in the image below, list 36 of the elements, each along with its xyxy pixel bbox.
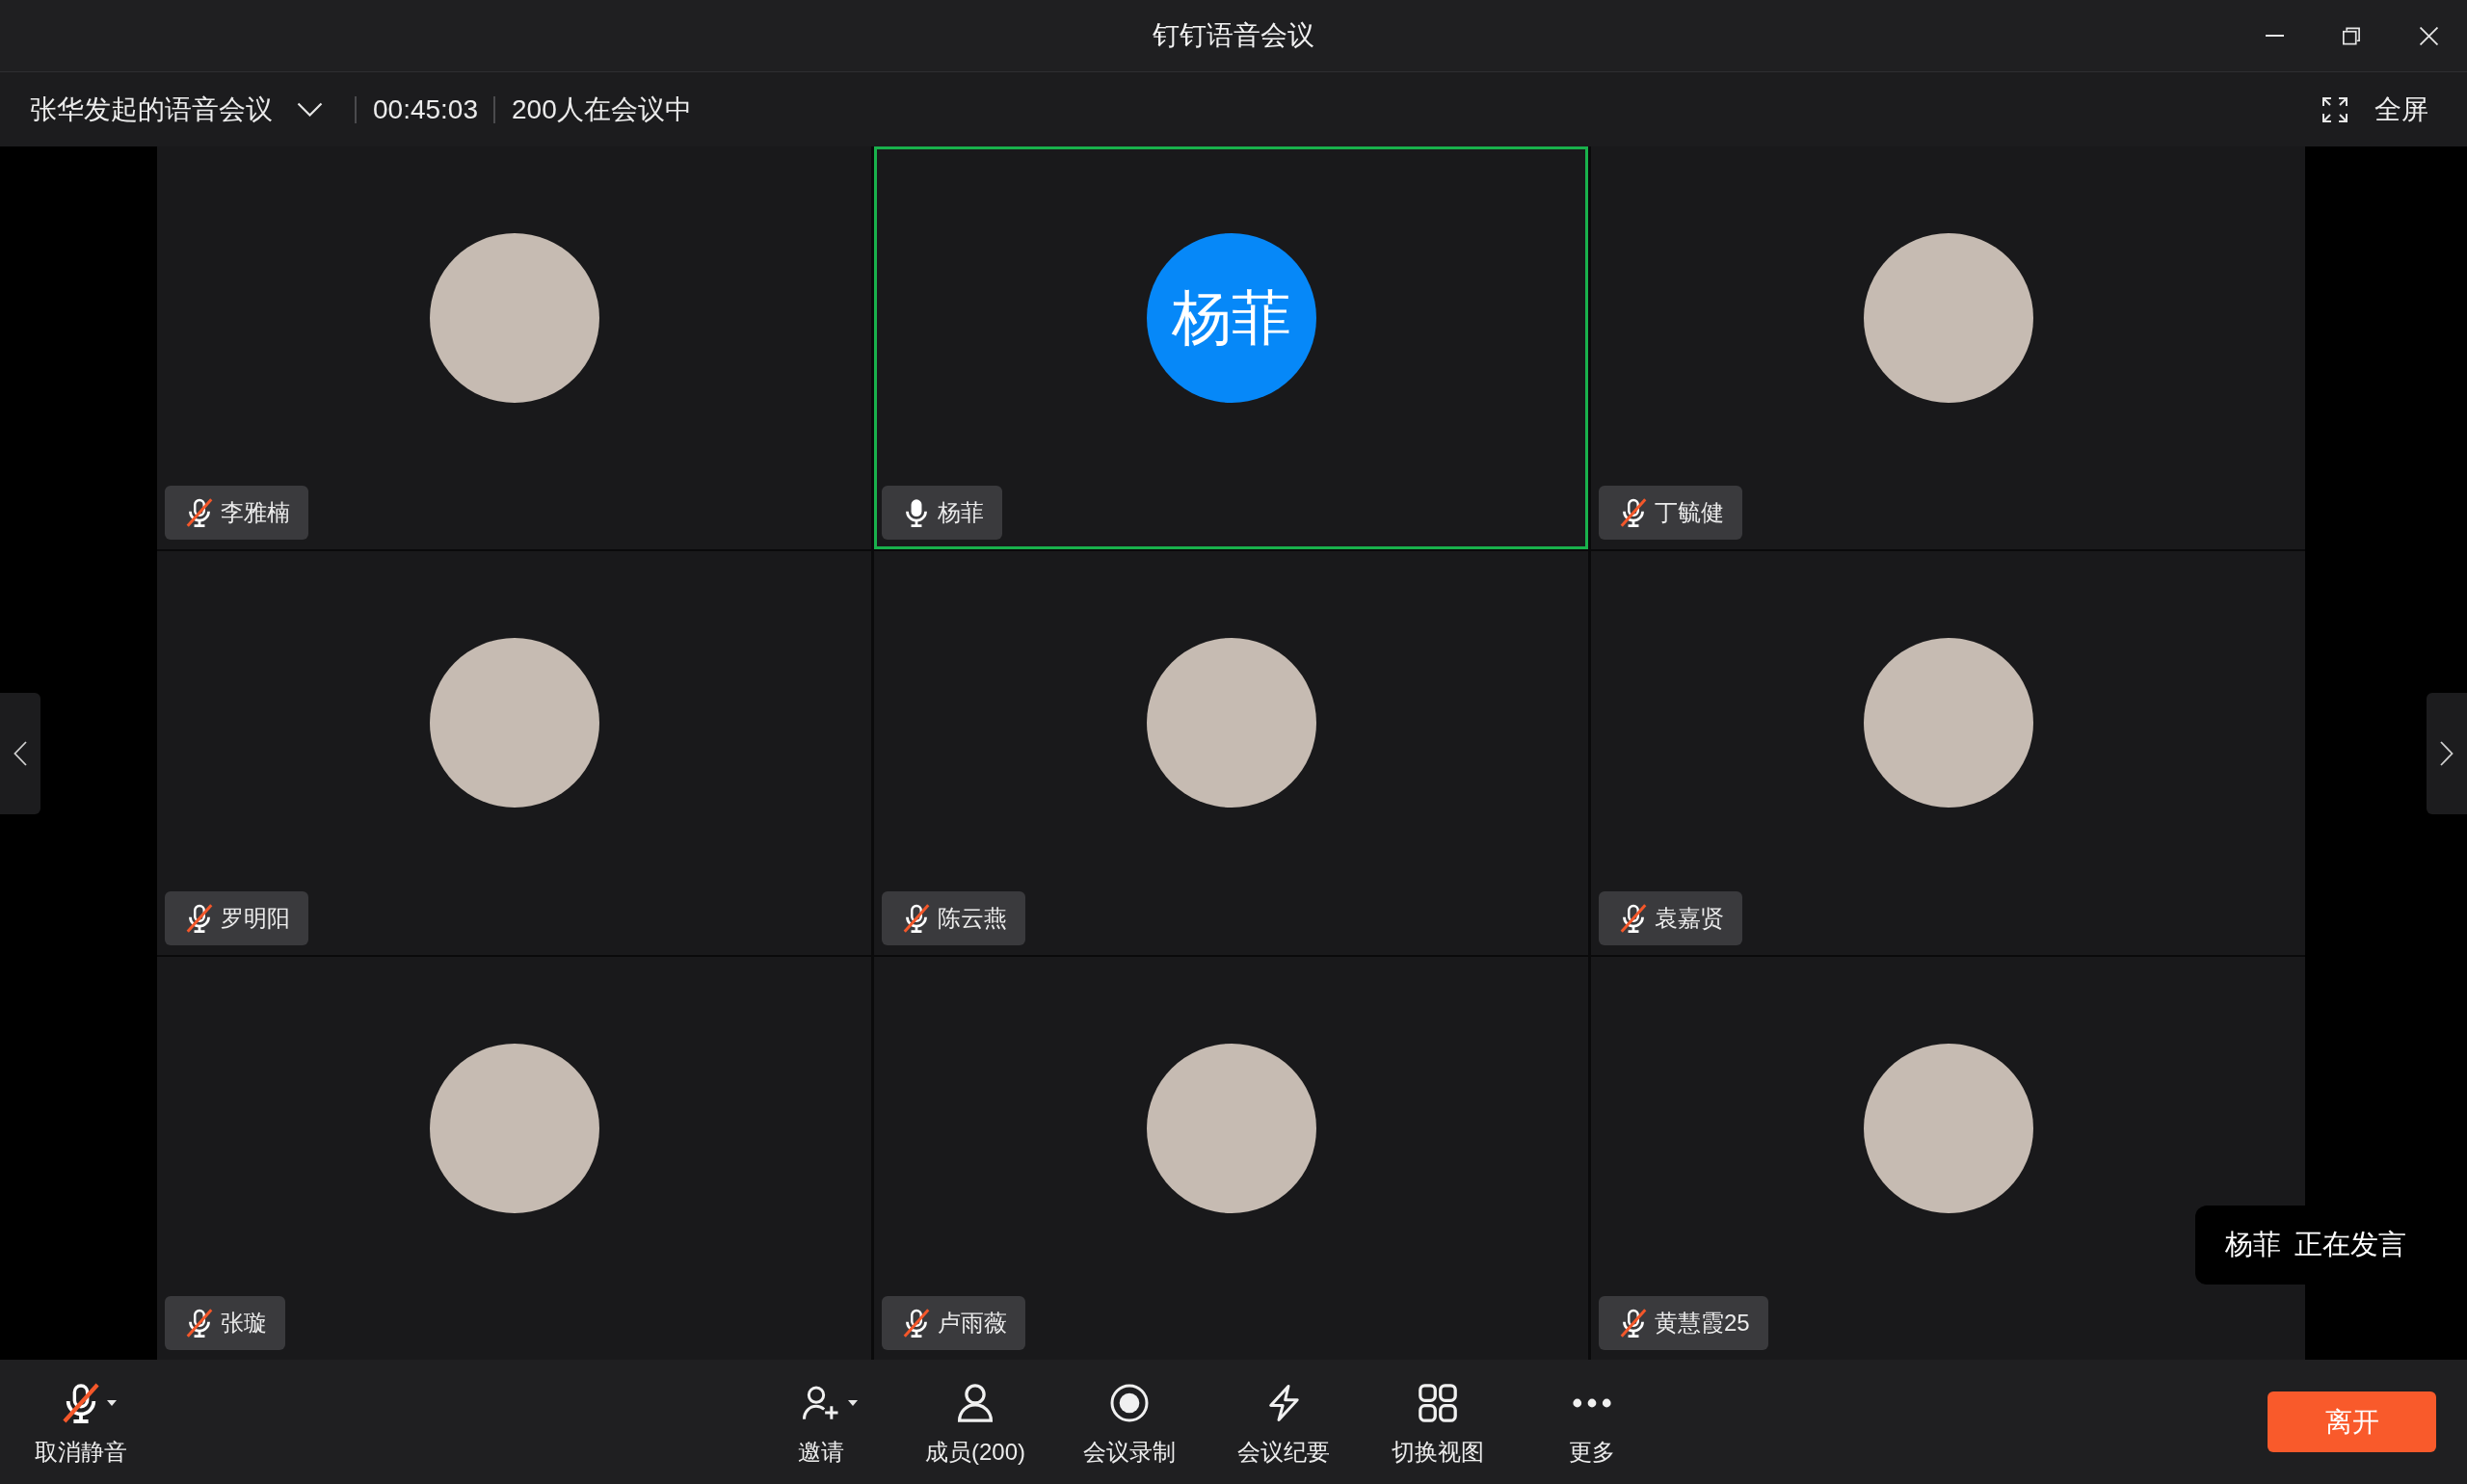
next-page-button[interactable] xyxy=(2427,692,2467,814)
more-icon xyxy=(1573,1398,1611,1408)
person-icon xyxy=(956,1384,995,1422)
invite-button[interactable]: 邀请 xyxy=(744,1360,898,1468)
grid-icon xyxy=(1419,1384,1457,1422)
participant-name: 张璇 xyxy=(221,1309,267,1338)
meeting-title-dropdown[interactable]: 张华发起的语音会议 xyxy=(30,91,323,128)
initials-avatar: 杨菲 xyxy=(1146,233,1316,403)
previous-page-button[interactable] xyxy=(0,692,40,814)
participant-name: 陈云燕 xyxy=(938,903,1007,933)
close-icon xyxy=(2419,26,2438,45)
participant-name: 李雅楠 xyxy=(221,498,290,528)
participant-name: 罗明阳 xyxy=(221,903,290,933)
fullscreen-button[interactable]: 全屏 xyxy=(2322,91,2428,128)
fullscreen-icon xyxy=(2322,96,2348,122)
unmute-button[interactable]: 取消静音 xyxy=(35,1360,127,1468)
participant-count: 200人在会议中 xyxy=(512,93,692,126)
meeting-duration: 00:45:03 xyxy=(373,93,478,125)
participant-name: 黄慧霞25 xyxy=(1655,1309,1750,1338)
restore-icon xyxy=(2342,26,2361,45)
participant-name: 杨菲 xyxy=(938,498,984,528)
minutes-button[interactable]: 会议纪要 xyxy=(1207,1360,1361,1468)
record-icon xyxy=(1110,1384,1149,1422)
chevron-down-icon xyxy=(297,102,323,117)
layout-button[interactable]: 切换视图 xyxy=(1361,1360,1515,1468)
participant-name: 丁毓健 xyxy=(1655,498,1724,528)
chevron-left-icon xyxy=(13,740,27,766)
chevron-right-icon xyxy=(2440,740,2454,766)
more-button[interactable]: 更多 xyxy=(1515,1360,1669,1468)
participant-name: 袁嘉贤 xyxy=(1655,903,1724,933)
members-button[interactable]: 成员(200) xyxy=(898,1360,1052,1468)
record-button[interactable]: 会议录制 xyxy=(1052,1360,1207,1468)
participant-name: 卢雨薇 xyxy=(938,1309,1007,1338)
person-add-icon xyxy=(802,1384,840,1422)
window-title: 钉钉语音会议 xyxy=(1153,19,1314,52)
minimize-icon xyxy=(2265,35,2284,37)
